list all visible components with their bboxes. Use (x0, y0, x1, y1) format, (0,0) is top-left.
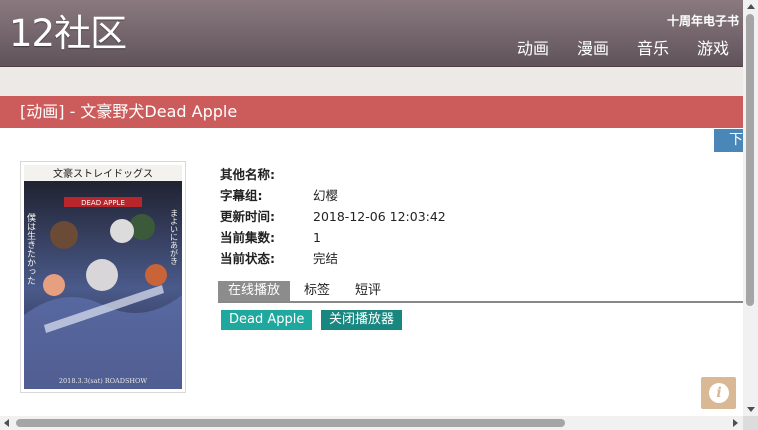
scroll-up-arrow-icon[interactable] (747, 4, 755, 9)
episode-button[interactable]: Dead Apple (221, 310, 313, 330)
poster-frame: 文豪ストレイドッグス DEAD APPLE 僕は生きたかった まよいにあがき 2… (20, 161, 186, 393)
nav-anime[interactable]: 动画 (517, 38, 549, 60)
tab-tags[interactable]: 标签 (304, 281, 330, 301)
scroll-left-arrow-icon[interactable] (4, 419, 9, 427)
ebook-link[interactable]: 十周年电子书 (667, 12, 739, 29)
info-label: 当前集数: (220, 230, 275, 245)
info-label: 其他名称: (220, 167, 275, 182)
vertical-scrollbar[interactable] (743, 0, 758, 416)
close-player-button[interactable]: 关闭播放器 (321, 310, 403, 330)
scroll-down-arrow-icon[interactable] (747, 407, 755, 412)
vertical-scroll-thumb[interactable] (746, 14, 754, 306)
info-label: 字幕组: (220, 188, 263, 203)
page-title-bar: [动画] - 文豪野犬Dead Apple (0, 96, 743, 128)
detail-tabs: 在线播放 标签 短评 (218, 281, 743, 303)
tab-reviews[interactable]: 短评 (355, 281, 381, 301)
poster-tagline-left: 僕は生きたかった (25, 212, 36, 285)
scrollbar-corner (743, 416, 758, 430)
poster-release: 2018.3.3(sat) ROADSHOW (59, 377, 147, 385)
scroll-right-arrow-icon[interactable] (733, 419, 738, 427)
site-logo[interactable]: 12社区 (9, 12, 127, 56)
nav-games[interactable]: 游戏 (697, 38, 729, 60)
poster-tagline-right: まよいにあがき (170, 209, 179, 265)
info-value: 幻樱 (313, 188, 339, 203)
info-button[interactable]: i (701, 377, 736, 409)
sub-header-strip (0, 67, 743, 96)
poster-art: 文豪ストレイドッグス DEAD APPLE 僕は生きたかった まよいにあがき 2… (24, 165, 182, 389)
info-value: 2018-12-06 12:03:42 (313, 209, 446, 224)
info-label: 更新时间: (220, 209, 275, 224)
page-title: [动画] - 文豪野犬Dead Apple (20, 102, 238, 121)
tab-online-play[interactable]: 在线播放 (218, 281, 291, 301)
main-nav: 动画 漫画 音乐 游戏 (517, 38, 729, 60)
info-icon: i (709, 383, 729, 403)
nav-music[interactable]: 音乐 (637, 38, 669, 60)
site-header: 12社区 十周年电子书 动画 漫画 音乐 游戏 (0, 0, 743, 67)
nav-manga[interactable]: 漫画 (577, 38, 609, 60)
download-tab[interactable]: 下 (714, 129, 743, 152)
horizontal-scroll-thumb[interactable] (16, 419, 565, 427)
horizontal-scrollbar[interactable] (0, 416, 743, 430)
info-value: 完结 (313, 251, 339, 266)
poster-title: 文豪ストレイドッグス (53, 167, 153, 180)
info-value: 1 (313, 230, 321, 245)
info-label: 当前状态: (220, 251, 275, 266)
poster-subtitle: DEAD APPLE (81, 199, 125, 207)
anime-poster[interactable]: 文豪ストレイドッグス DEAD APPLE 僕は生きたかった まよいにあがき 2… (24, 165, 182, 389)
